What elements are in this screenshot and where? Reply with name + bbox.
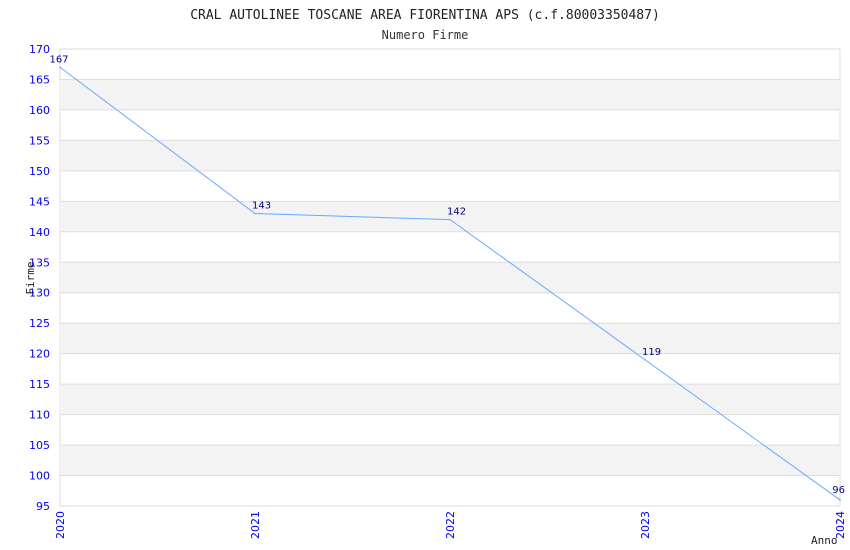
grid-band bbox=[60, 445, 840, 476]
data-label: 96 bbox=[832, 485, 845, 496]
x-tick-label: 2022 bbox=[444, 511, 457, 539]
x-tick-label: 2023 bbox=[639, 511, 652, 539]
y-tick-label: 100 bbox=[29, 470, 50, 483]
y-tick-label: 140 bbox=[29, 226, 50, 239]
y-tick-label: 105 bbox=[29, 439, 50, 452]
y-tick-label: 160 bbox=[29, 104, 50, 117]
data-point bbox=[449, 218, 451, 221]
y-tick-label: 95 bbox=[36, 500, 50, 513]
y-tick-label: 145 bbox=[29, 195, 50, 208]
y-tick-label: 125 bbox=[29, 317, 50, 330]
y-tick-label: 120 bbox=[29, 348, 50, 361]
y-tick-label: 155 bbox=[29, 134, 50, 147]
data-label: 119 bbox=[642, 347, 661, 358]
y-tick-label: 170 bbox=[29, 43, 50, 56]
y-tick-label: 115 bbox=[29, 378, 50, 391]
y-axis-label: Firme bbox=[24, 261, 37, 294]
y-tick-label: 110 bbox=[29, 409, 50, 422]
y-tick-label: 150 bbox=[29, 165, 50, 178]
data-label: 167 bbox=[49, 54, 68, 65]
data-point bbox=[644, 358, 646, 361]
chart-title: CRAL AUTOLINEE TOSCANE AREA FIORENTINA A… bbox=[190, 8, 660, 23]
x-tick-label: 2020 bbox=[54, 511, 67, 539]
line-chart: CRAL AUTOLINEE TOSCANE AREA FIORENTINA A… bbox=[24, 8, 847, 547]
grid-band bbox=[60, 323, 840, 354]
data-point bbox=[254, 212, 256, 215]
data-label: 143 bbox=[252, 201, 271, 212]
data-point bbox=[59, 66, 61, 69]
data-label: 142 bbox=[447, 207, 466, 218]
x-tick-label: 2021 bbox=[249, 511, 262, 539]
grid-band bbox=[60, 262, 840, 293]
grid-band bbox=[60, 79, 840, 110]
grid-band bbox=[60, 384, 840, 415]
y-tick-label: 165 bbox=[29, 73, 50, 86]
chart-subtitle: Numero Firme bbox=[382, 28, 469, 42]
data-point bbox=[839, 499, 841, 501]
x-axis-label: Anno bbox=[811, 534, 838, 547]
